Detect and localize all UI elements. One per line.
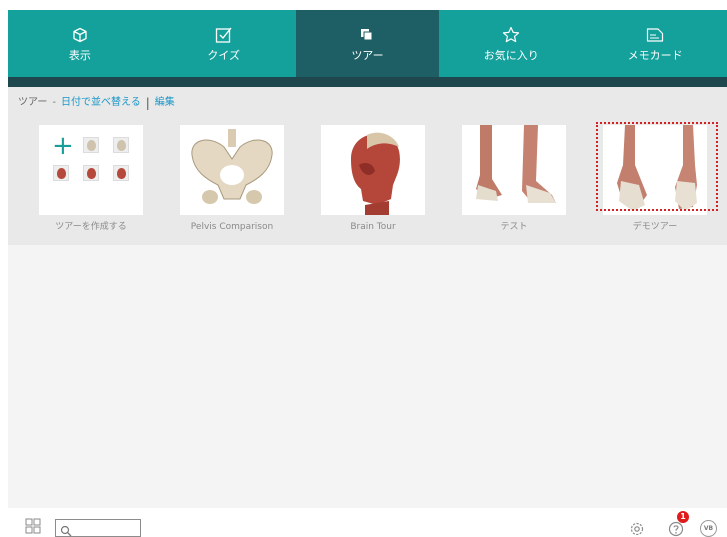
create-tour-tile[interactable]: + ツアーを作成する	[39, 125, 143, 233]
search-icon	[60, 522, 72, 537]
skull-thumb-icon	[113, 137, 129, 153]
head-thumb-icon	[113, 165, 129, 181]
vb-logo-icon[interactable]: VB	[700, 520, 717, 537]
create-tour-icon: +	[39, 125, 143, 215]
tab-notecards-label: メモカード	[627, 49, 683, 62]
breadcrumb: ツアー - 日付で並べ替える | 編集	[18, 96, 175, 110]
head-thumb-icon	[53, 165, 69, 181]
head-thumb-icon	[83, 165, 99, 181]
help-icon[interactable]	[668, 521, 684, 537]
notecard-icon	[644, 24, 666, 46]
tab-quiz-label: クイズ	[207, 49, 241, 62]
tab-quiz[interactable]: クイズ	[152, 10, 296, 77]
app-window: 表示 クイズ ツアー お気に入り メモカード ツアー - 日付で並べ替える | …	[0, 0, 727, 537]
grid-view-icon[interactable]	[25, 518, 41, 534]
pelvis-image	[180, 125, 284, 215]
tour-tile-demo[interactable]: デモツアー	[603, 125, 707, 233]
nav-underbar	[8, 77, 727, 87]
bottom-toolbar: 1 VB	[0, 508, 727, 537]
plus-icon: +	[52, 131, 74, 161]
tab-view-label: 表示	[68, 49, 91, 62]
skull-thumb-icon	[83, 137, 99, 153]
tile-label: テスト	[500, 222, 528, 232]
tour-tile-test[interactable]: テスト	[462, 125, 566, 233]
feet-front-image	[603, 125, 707, 215]
tile-label: Brain Tour	[350, 222, 396, 232]
tour-strip: ツアー - 日付で並べ替える | 編集 + ツアーを作成する Pelvis Co…	[8, 87, 727, 245]
ankles-side-image	[462, 125, 566, 215]
breadcrumb-divider: |	[145, 96, 150, 110]
checkbox-icon	[213, 24, 235, 46]
tab-view[interactable]: 表示	[8, 10, 152, 77]
cube-icon	[69, 24, 91, 46]
breadcrumb-root: ツアー	[18, 97, 48, 108]
tab-favorites[interactable]: お気に入り	[439, 10, 583, 77]
tab-favorites-label: お気に入り	[483, 49, 539, 62]
sort-by-date-link[interactable]: 日付で並べ替える	[61, 96, 141, 110]
tile-label: Pelvis Comparison	[190, 222, 274, 232]
breadcrumb-separator: -	[52, 97, 57, 108]
tab-notecards[interactable]: メモカード	[583, 10, 727, 77]
tour-tile-brain[interactable]: Brain Tour	[321, 125, 425, 233]
notification-badge: 1	[677, 511, 689, 523]
main-nav: 表示 クイズ ツアー お気に入り メモカード	[8, 10, 727, 77]
tour-content: ツアー - 日付で並べ替える | 編集 + ツアーを作成する Pelvis Co…	[8, 87, 727, 508]
tour-tile-pelvis[interactable]: Pelvis Comparison	[180, 125, 284, 233]
tab-tour-label: ツアー	[351, 49, 384, 62]
layers-icon	[356, 24, 378, 46]
edit-link[interactable]: 編集	[155, 96, 175, 110]
search-box[interactable]	[55, 519, 141, 537]
settings-gear-icon[interactable]	[628, 520, 646, 537]
head-muscles-image	[321, 125, 425, 215]
search-input[interactable]	[74, 521, 136, 535]
star-icon	[500, 24, 522, 46]
tile-label: ツアーを作成する	[55, 222, 127, 232]
tab-tour[interactable]: ツアー	[295, 10, 440, 77]
tile-label: デモツアー	[632, 222, 678, 232]
